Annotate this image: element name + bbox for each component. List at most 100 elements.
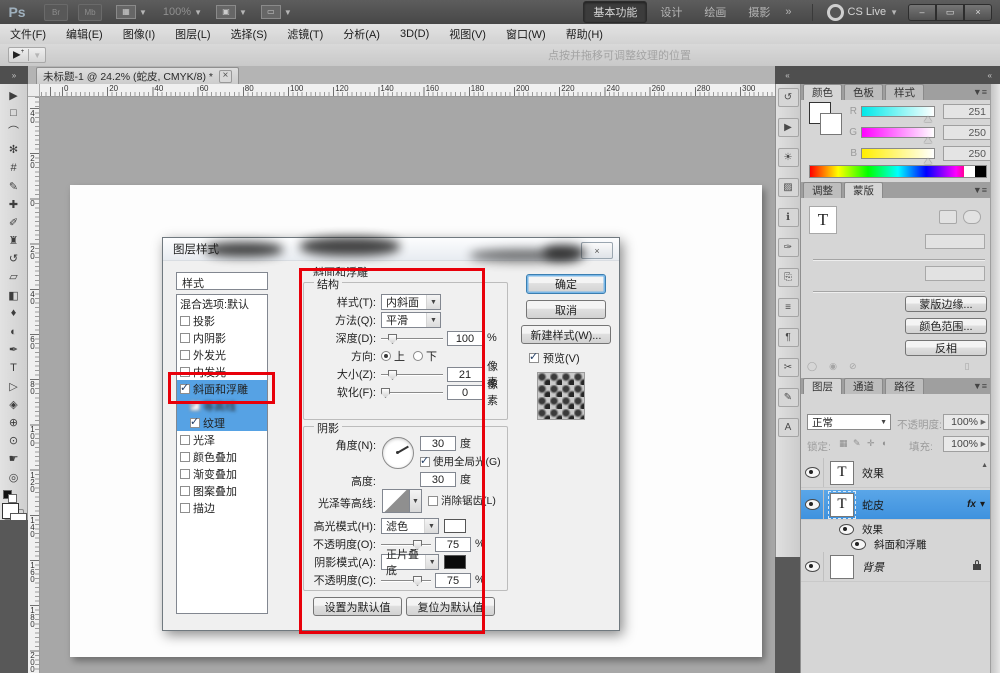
- zoom-level-menu[interactable]: 100%▼: [163, 6, 202, 18]
- layer-name[interactable]: 背景: [862, 559, 884, 575]
- style-list-item[interactable]: 混合选项:默认: [177, 295, 267, 312]
- zoom-tool[interactable]: ◎: [3, 468, 25, 486]
- style-list-item[interactable]: 内发光: [177, 363, 267, 380]
- style-checkbox[interactable]: [180, 350, 190, 360]
- clone-stamp-tool[interactable]: ♜: [3, 232, 25, 250]
- marquee-tool[interactable]: □: [3, 104, 25, 122]
- tab-颜色[interactable]: 颜色: [803, 84, 842, 100]
- rotate-view-tool[interactable]: ⊕: [3, 413, 25, 431]
- set-as-default-button[interactable]: 设置为默认值: [313, 597, 402, 616]
- use-global-light-checkbox[interactable]: [420, 457, 430, 467]
- angle-dial[interactable]: [382, 437, 414, 469]
- menu-8[interactable]: 视图(V): [439, 23, 496, 45]
- style-checkbox[interactable]: [180, 452, 190, 462]
- cs-live-menu[interactable]: CS Live ▼: [812, 4, 898, 21]
- black-swatch[interactable]: [975, 166, 986, 177]
- menu-7[interactable]: 3D(D): [390, 25, 439, 43]
- effect-name[interactable]: 效果: [862, 522, 883, 537]
- eraser-tool[interactable]: ▱: [3, 268, 25, 286]
- fill-value[interactable]: 100%▶: [943, 436, 989, 452]
- feather-value-box[interactable]: [925, 266, 985, 281]
- layer-row[interactable]: 斜面和浮雕: [801, 537, 991, 552]
- style-list-item[interactable]: 投影: [177, 312, 267, 329]
- brushes-panel-icon[interactable]: ✑: [778, 238, 799, 257]
- tab-样式[interactable]: 样式: [885, 84, 924, 100]
- menu-10[interactable]: 帮助(H): [556, 23, 613, 45]
- tab-蒙版[interactable]: 蒙版: [844, 182, 883, 198]
- channel-slider[interactable]: [861, 106, 935, 117]
- style-list-item[interactable]: 颜色叠加: [177, 448, 267, 465]
- crop-tool[interactable]: #: [3, 159, 25, 177]
- layer-comps-panel-icon[interactable]: ≡: [778, 298, 799, 317]
- default-colors-icon[interactable]: [8, 494, 17, 503]
- style-checkbox[interactable]: [180, 367, 190, 377]
- mini-bridge-icon[interactable]: Mb: [78, 4, 102, 21]
- layer-name[interactable]: 效果: [862, 465, 884, 481]
- cancel-button[interactable]: 取消: [526, 300, 606, 319]
- quick-selection-tool[interactable]: ✻: [3, 141, 25, 159]
- style-list-item[interactable]: 图案叠加: [177, 482, 267, 499]
- style-checkbox[interactable]: [180, 333, 190, 343]
- new-style-button[interactable]: 新建样式(W)...: [521, 325, 611, 344]
- info-panel-icon[interactable]: ℹ: [778, 208, 799, 227]
- channel-slider-thumb[interactable]: [924, 158, 932, 164]
- soften-value[interactable]: 0: [447, 385, 483, 400]
- style-list-item[interactable]: 纹理: [177, 414, 267, 431]
- layer-thumbnail[interactable]: [830, 555, 854, 579]
- delete-mask-icon[interactable]: ▯: [964, 361, 969, 372]
- visibility-eye-icon[interactable]: [839, 524, 854, 535]
- visibility-eye-icon[interactable]: [805, 561, 820, 572]
- style-checkbox[interactable]: [190, 401, 200, 411]
- add-vector-mask-icon[interactable]: [963, 210, 981, 224]
- healing-brush-tool[interactable]: ✚: [3, 195, 25, 213]
- bridge-icon[interactable]: Br: [44, 4, 68, 21]
- gradient-tool[interactable]: ◧: [3, 286, 25, 304]
- style-checkbox[interactable]: [180, 435, 190, 445]
- hand-tool[interactable]: ☛: [3, 450, 25, 468]
- layer-thumbnail[interactable]: T: [830, 461, 854, 485]
- channel-value[interactable]: 250: [943, 125, 991, 140]
- style-list-item[interactable]: 外发光: [177, 346, 267, 363]
- opacity-value[interactable]: 100%▶: [943, 414, 989, 430]
- channel-slider[interactable]: [861, 148, 935, 159]
- white-swatch[interactable]: [964, 166, 975, 177]
- restore-button[interactable]: ▭: [936, 4, 964, 21]
- panel-menu-icon[interactable]: ▼≡: [973, 185, 987, 195]
- shadow-color-swatch[interactable]: [444, 555, 466, 569]
- technique-select[interactable]: 平滑▼: [381, 312, 441, 328]
- character-panel-icon[interactable]: A: [778, 418, 799, 437]
- density-value-box[interactable]: [925, 234, 985, 249]
- panels-collapse-button[interactable]: «: [800, 66, 1000, 84]
- lock-all-icon[interactable]: ◖: [881, 438, 886, 448]
- direction-down-radio[interactable]: [413, 351, 423, 361]
- channel-slider-thumb[interactable]: [924, 116, 932, 122]
- close-window-button[interactable]: ×: [964, 4, 992, 21]
- mask-button-1[interactable]: 颜色范围...: [905, 318, 987, 334]
- blend-mode-select[interactable]: 正常▼: [807, 414, 891, 430]
- workspace-button[interactable]: 绘画: [695, 2, 735, 22]
- menu-2[interactable]: 图像(I): [113, 23, 165, 45]
- tab-通道[interactable]: 通道: [844, 378, 883, 394]
- workspace-button[interactable]: 摄影: [739, 2, 779, 22]
- visibility-eye-icon[interactable]: [805, 467, 820, 478]
- bevel-style-select[interactable]: 内斜面▼: [381, 294, 441, 310]
- color-spectrum-ramp[interactable]: [809, 165, 987, 178]
- lasso-tool[interactable]: ⌒: [3, 122, 25, 140]
- tool-presets-panel-icon[interactable]: ✂: [778, 358, 799, 377]
- layer-row[interactable]: 背景: [801, 552, 991, 582]
- altitude-value[interactable]: 30: [420, 472, 456, 487]
- type-tool[interactable]: T: [3, 359, 25, 377]
- clone-source-panel-icon[interactable]: ⎘: [778, 268, 799, 287]
- depth-slider[interactable]: [381, 332, 443, 344]
- mask-view-icon[interactable]: ◉: [829, 361, 837, 372]
- shape-tool[interactable]: ◈: [3, 395, 25, 413]
- tab-图层[interactable]: 图层: [803, 378, 842, 394]
- direction-up-radio[interactable]: [381, 351, 391, 361]
- panel-group-edge[interactable]: [990, 84, 1000, 673]
- panel-menu-icon[interactable]: ▼≡: [973, 87, 987, 97]
- style-list-item[interactable]: 等高线: [177, 397, 267, 414]
- lock-position-icon[interactable]: ✛: [867, 438, 875, 449]
- channel-value[interactable]: 251: [943, 104, 991, 119]
- minimize-button[interactable]: –: [908, 4, 936, 21]
- shadow-mode-select[interactable]: 正片叠底▼: [381, 554, 439, 570]
